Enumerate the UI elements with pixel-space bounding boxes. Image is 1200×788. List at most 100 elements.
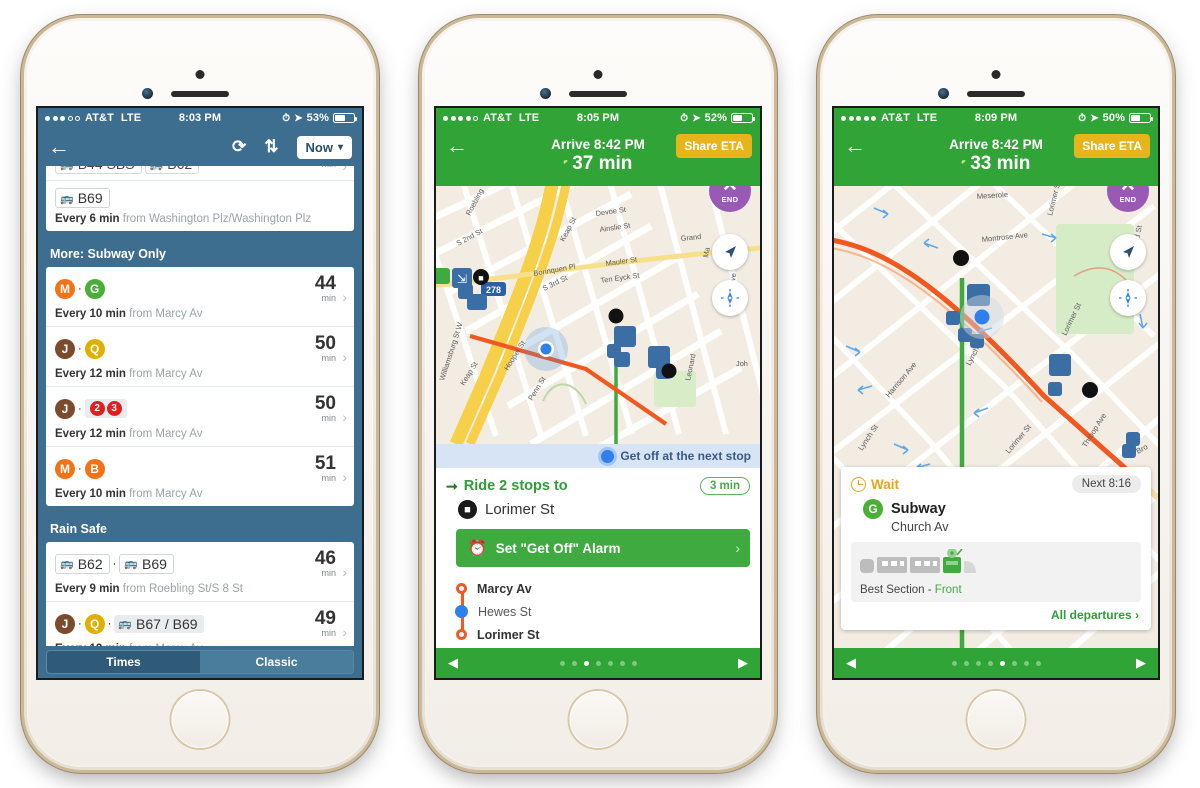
prev-step-button[interactable]: ◀	[846, 655, 856, 671]
destination-stop-row: ■ Lorimer St	[436, 497, 760, 527]
segmented-control: Times Classic	[46, 650, 354, 674]
carrier-label: AT&T	[483, 112, 512, 124]
back-button[interactable]: ←	[446, 135, 468, 157]
page-dot-active[interactable]	[999, 660, 1005, 666]
transit-mode-label: Subway	[891, 501, 946, 517]
refresh-icon[interactable]: ⟳	[232, 137, 246, 157]
wait-status: Wait	[851, 476, 1072, 492]
eta-duration-value: 33 min	[970, 153, 1031, 174]
next-step-button[interactable]: ▶	[1136, 655, 1146, 671]
line-bullet: J	[55, 398, 75, 419]
recenter-button[interactable]	[712, 234, 748, 270]
eta-duration-value: 37 min	[572, 153, 633, 174]
screen-1: AT&T LTE 8:03 PM ⏱ ➤ 53% ← ⟳ ⇅ Now ▾ › 🚌…	[38, 108, 362, 678]
row-top: J · Q 50 min	[55, 334, 345, 363]
page-dot[interactable]	[1011, 660, 1017, 666]
frequency-value: Every 6 min	[55, 213, 120, 225]
get-off-banner-text: Get off at the next stop	[620, 449, 751, 463]
page-dot[interactable]	[1035, 660, 1041, 666]
map-view-3[interactable]: Meserole Montrose Ave Lorimer St Lynch S…	[834, 186, 1158, 668]
all-departures-link[interactable]: All departures ›	[851, 602, 1141, 626]
separator-dot: ·	[78, 617, 82, 630]
line-badges: 🚌 B44 SBS 🚌 B62	[55, 166, 321, 174]
recenter-button[interactable]	[1110, 234, 1146, 270]
table-row[interactable]: M · G 44 min Every 10 min from Marcy Av …	[46, 267, 354, 327]
table-row[interactable]: 🚌 B69 Every 6 min from Washington Plz/Wa…	[46, 181, 354, 231]
time-filter-button[interactable]: Now ▾	[296, 135, 352, 159]
home-button[interactable]	[967, 691, 1025, 748]
tab-classic[interactable]: Classic	[200, 651, 353, 673]
route-highway-shield: 278	[481, 282, 506, 296]
status-time: 8:09 PM	[974, 112, 1018, 124]
route-card[interactable]: M · G 44 min Every 10 min from Marcy Av …	[46, 267, 354, 506]
back-button[interactable]: ←	[48, 136, 70, 158]
eta-minutes: min	[321, 166, 336, 169]
phone-device-2: AT&T LTE 8:05 PM ⏱ ➤ 52% ← Arrive 8:42 P…	[422, 18, 774, 770]
page-dot-active[interactable]	[583, 660, 589, 666]
page-dot[interactable]	[975, 660, 981, 666]
bus-badge-label: B44 SBS	[78, 166, 135, 172]
min-unit-label: min	[321, 166, 336, 169]
set-get-off-alarm-button[interactable]: ⏰ Set "Get Off" Alarm ›	[456, 529, 750, 567]
compass-button[interactable]	[1110, 280, 1146, 316]
line-bullet: G	[863, 499, 883, 519]
separator-dot: ·	[78, 342, 82, 355]
row-top: J · Q · 🚌 B67 / B69 49 min	[55, 609, 345, 638]
frequency-value: Every 10 min	[55, 488, 126, 500]
row-top: M · G 44 min	[55, 274, 345, 303]
next-step-button[interactable]: ▶	[738, 655, 748, 671]
page-dot[interactable]	[963, 660, 969, 666]
page-dot[interactable]	[607, 660, 613, 666]
table-row[interactable]: J · 2 3 50 min Every 12 min from Marcy A…	[46, 387, 354, 447]
status-right-group: ⏱ ➤ 53%	[282, 112, 357, 124]
home-button[interactable]	[569, 691, 627, 748]
prev-step-button[interactable]: ◀	[448, 655, 458, 671]
table-row[interactable]: 🚌 B62 · 🚌 B69 46 min Every 9 min from Ro…	[46, 542, 354, 602]
phone-device-3: AT&T LTE 8:09 PM ⏱ ➤ 50% ← Arrive 8:42 P…	[820, 18, 1172, 770]
navigation-arrow-icon	[725, 246, 736, 258]
sequence-stop-name: Hewes St	[478, 604, 532, 619]
map-view-2[interactable]: Roebling Devoe St Ainslie St S 2nd St Ke…	[436, 186, 760, 444]
page-dot[interactable]	[987, 660, 993, 666]
page-dot[interactable]	[595, 660, 601, 666]
end-label: END	[721, 194, 739, 204]
page-dot[interactable]	[951, 660, 957, 666]
table-row[interactable]: M · B 51 min Every 10 min from Marcy Av …	[46, 447, 354, 506]
page-dot[interactable]	[559, 660, 565, 666]
table-row[interactable]: 🚌 B44 SBS 🚌 B62 min	[46, 166, 354, 181]
wait-label: Wait	[871, 476, 899, 492]
status-right-group: ⏱ ➤ 50%	[1078, 112, 1153, 124]
page-dot[interactable]	[631, 660, 637, 666]
wait-card-header: Wait Next 8:16	[851, 475, 1141, 493]
route-card[interactable]: 🚌 B62 · 🚌 B69 46 min Every 9 min from Ro…	[46, 542, 354, 661]
bus-icon: 🚌	[60, 558, 74, 570]
route-list-1[interactable]: 🚌 B44 SBS 🚌 B62 min	[38, 166, 362, 678]
frequency-value: Every 9 min	[55, 583, 120, 595]
page-dot[interactable]	[571, 660, 577, 666]
table-row[interactable]: J · Q 50 min Every 12 min from Marcy Av …	[46, 327, 354, 387]
bus-badge: 🚌 B44 SBS	[55, 166, 142, 174]
eta-value: 46	[314, 548, 336, 569]
route-card-partial[interactable]: 🚌 B44 SBS 🚌 B62 min	[46, 166, 354, 231]
swap-direction-icon[interactable]: ⇅	[264, 137, 278, 157]
page-dot[interactable]	[619, 660, 625, 666]
share-eta-button[interactable]: Share ETA	[1074, 134, 1150, 158]
line-badges: J · Q · 🚌 B67 / B69	[55, 613, 315, 634]
home-button[interactable]	[171, 691, 229, 748]
min-unit-label: min	[321, 413, 336, 423]
page-dot[interactable]	[1023, 660, 1029, 666]
signal-strength-icon	[45, 115, 80, 121]
compass-icon	[1119, 289, 1137, 307]
stop-dot-icon	[456, 583, 467, 594]
back-button[interactable]: ←	[844, 135, 866, 157]
network-type-label: LTE	[916, 112, 938, 124]
bus-badge: 🚌 B69	[119, 553, 174, 574]
share-eta-button[interactable]: Share ETA	[676, 134, 752, 158]
page-dots	[951, 660, 1041, 666]
frequency-text: Every 12 min from Marcy Av	[55, 368, 345, 380]
screen-2: AT&T LTE 8:05 PM ⏱ ➤ 52% ← Arrive 8:42 P…	[436, 108, 760, 678]
tab-times[interactable]: Times	[47, 651, 200, 673]
compass-button[interactable]	[712, 280, 748, 316]
three-phone-mockup: AT&T LTE 8:03 PM ⏱ ➤ 53% ← ⟳ ⇅ Now ▾ › 🚌…	[0, 0, 1200, 788]
best-section-box: Best Section - Front	[851, 542, 1141, 602]
